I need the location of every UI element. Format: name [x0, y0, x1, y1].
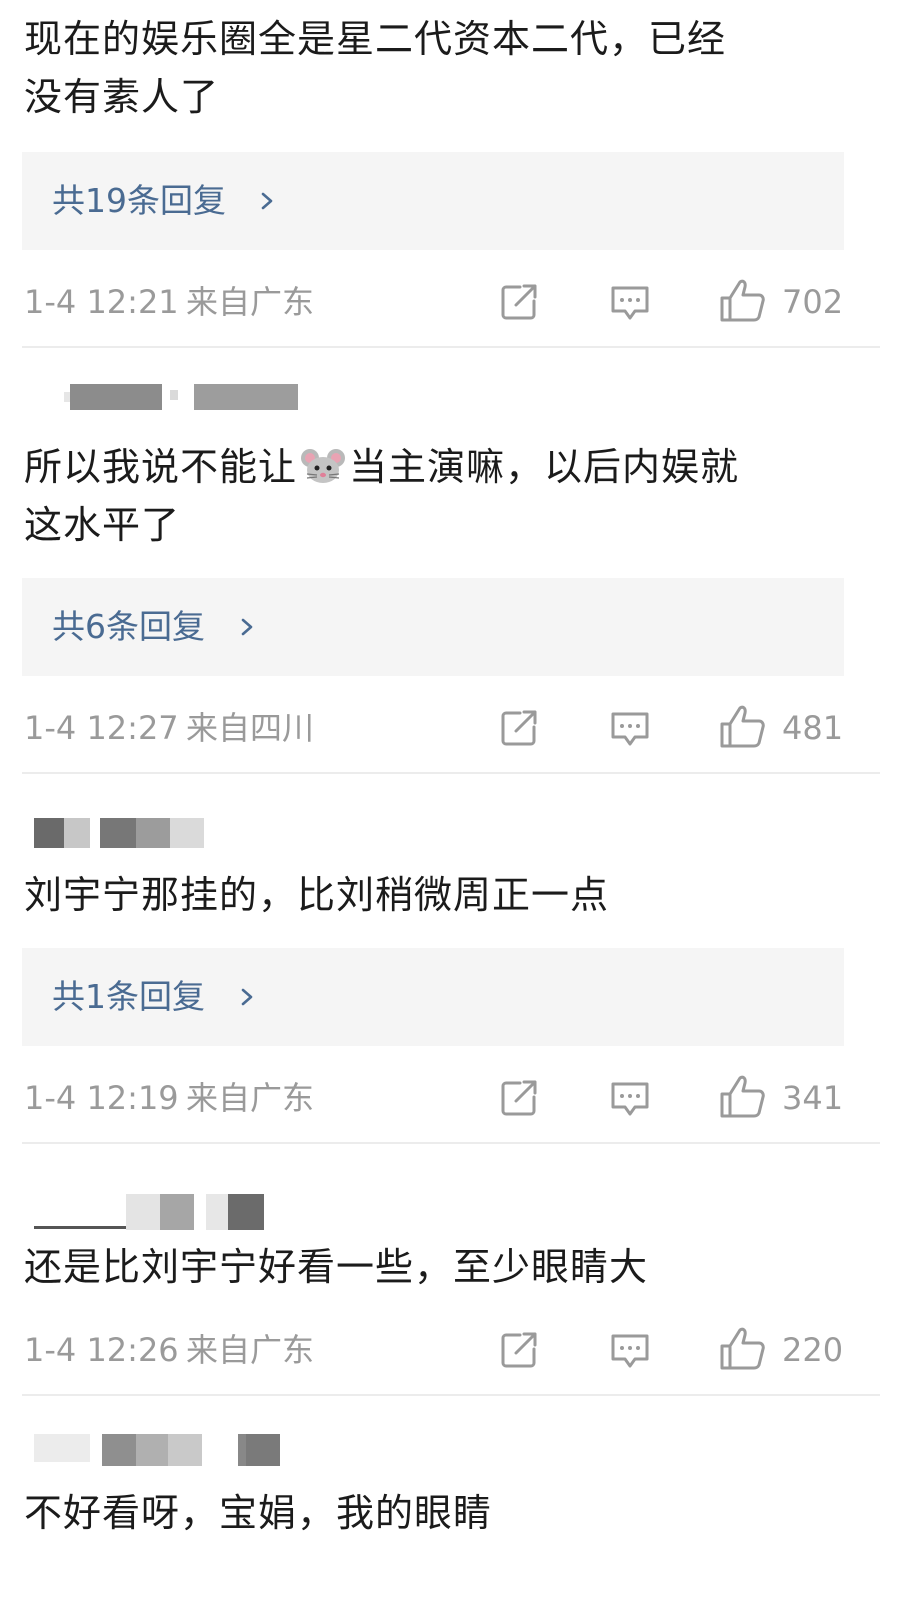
like-count: 702 — [782, 283, 844, 321]
view-replies-button[interactable]: 共1条回复 — [22, 948, 844, 1046]
like-count: 341 — [782, 1079, 844, 1117]
comment-icon[interactable] — [609, 283, 651, 323]
view-replies-button[interactable]: 共19条回复 — [22, 152, 844, 250]
comment-text: 不好看呀，宝娟，我的眼睛 — [24, 1491, 493, 1535]
share-icon[interactable] — [498, 1329, 540, 1371]
comment-location: 来自广东 — [186, 1079, 315, 1117]
comment-meta-row: 1-4 12:27 来自四川 481 — [0, 704, 900, 754]
chevron-right-icon — [241, 618, 253, 636]
like-count: 220 — [782, 1331, 844, 1369]
comment-text: 刘宇宁那挂的，比刘稍微周正一点 — [24, 873, 610, 917]
divider — [22, 1142, 880, 1144]
share-icon[interactable] — [498, 281, 540, 323]
chevron-right-icon — [241, 988, 253, 1006]
username-blurred — [24, 1194, 284, 1230]
comment-text-part: 所以我说不能让 — [24, 445, 298, 489]
chevron-right-icon — [261, 192, 273, 210]
comment-time: 1-4 12:26 — [24, 1331, 179, 1369]
thumbs-up-icon[interactable] — [718, 1326, 766, 1372]
comment-text: 还是比刘宇宁好看一些，至少眼睛大 — [24, 1245, 649, 1289]
comment-feed: 现在的娱乐圈全是星二代资本二代，已经 没有素人了 共19条回复 1-4 12:2… — [0, 0, 900, 1622]
thumbs-up-icon[interactable] — [718, 704, 766, 750]
divider — [22, 1394, 880, 1396]
comment-location: 来自广东 — [186, 1331, 315, 1369]
divider — [22, 772, 880, 774]
divider — [22, 346, 880, 348]
reply-count-label: 共6条回复 — [52, 607, 205, 646]
share-icon[interactable] — [498, 707, 540, 749]
username-blurred — [24, 1434, 284, 1468]
username-blurred — [24, 384, 298, 418]
comment-icon[interactable] — [609, 709, 651, 749]
comment-icon[interactable] — [609, 1079, 651, 1119]
comment-time: 1-4 12:27 — [24, 709, 179, 747]
comment-location: 来自四川 — [186, 709, 315, 747]
share-icon[interactable] — [498, 1077, 540, 1119]
reply-count-label: 共19条回复 — [52, 181, 226, 220]
thumbs-up-icon[interactable] — [718, 1074, 766, 1120]
comment-icon[interactable] — [609, 1331, 651, 1371]
comment-meta-row: 1-4 12:26 来自广东 220 — [0, 1326, 900, 1376]
comment-time: 1-4 12:21 — [24, 283, 179, 321]
comment-location: 来自广东 — [186, 283, 315, 321]
comment-text: 现在的娱乐圈全是星二代资本二代，已经 没有素人了 — [24, 17, 727, 119]
mouse-emoji — [301, 449, 346, 483]
username-blurred — [24, 818, 284, 852]
comment-meta-row: 1-4 12:21 来自广东 702 — [0, 278, 900, 328]
comment-meta-row: 1-4 12:19 来自广东 341 — [0, 1074, 900, 1124]
comment-text: 所以我说不能让 当主演嘛，以后内娱就 这水平了 — [24, 438, 854, 554]
comment-time: 1-4 12:19 — [24, 1079, 179, 1117]
thumbs-up-icon[interactable] — [718, 278, 766, 324]
reply-count-label: 共1条回复 — [52, 977, 205, 1016]
view-replies-button[interactable]: 共6条回复 — [22, 578, 844, 676]
like-count: 481 — [782, 709, 844, 747]
